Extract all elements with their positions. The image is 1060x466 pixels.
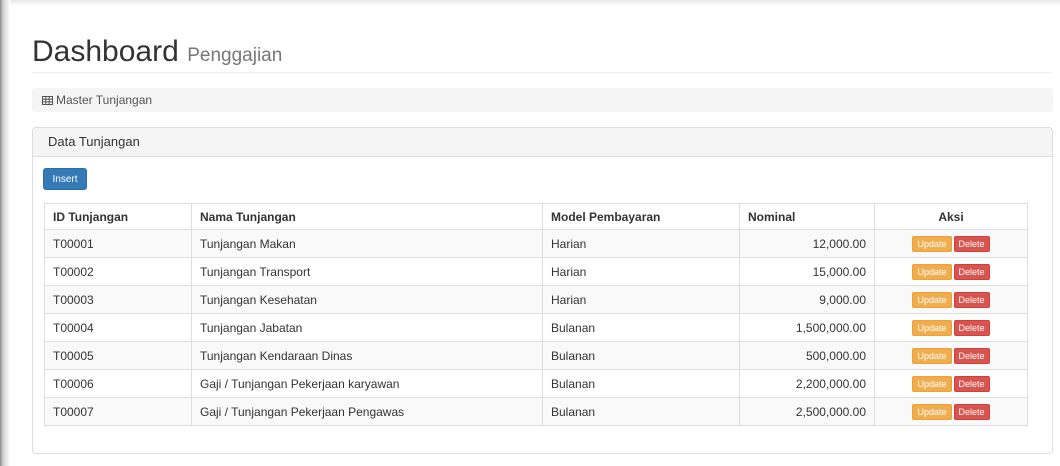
cell-model: Bulanan <box>542 397 740 426</box>
column-header-id: ID Tunjangan <box>44 203 192 230</box>
cell-model: Harian <box>542 257 740 286</box>
panel-heading: Data Tunjangan <box>33 128 1052 157</box>
cell-id: T00006 <box>44 369 192 398</box>
window-left-edge <box>0 0 10 466</box>
update-button[interactable]: Update <box>912 291 952 308</box>
column-header-aksi: Aksi <box>874 203 1028 230</box>
cell-nama: Tunjangan Jabatan <box>191 313 543 342</box>
tunjangan-table: ID Tunjangan Nama Tunjangan Model Pembay… <box>44 203 1028 426</box>
cell-nominal: 1,500,000.00 <box>739 313 875 342</box>
cell-aksi: Update Delete <box>874 369 1028 398</box>
breadcrumb: Master Tunjangan <box>32 88 1053 112</box>
cell-nama: Tunjangan Kesehatan <box>191 285 543 314</box>
delete-button[interactable]: Delete <box>953 375 990 392</box>
cell-id: T00004 <box>44 313 192 342</box>
table-row: T00003 Tunjangan Kesehatan Harian 9,000.… <box>44 285 1028 314</box>
cell-aksi: Update Delete <box>874 397 1028 426</box>
cell-nominal: 2,500,000.00 <box>739 397 875 426</box>
update-button[interactable]: Update <box>912 403 952 420</box>
delete-button[interactable]: Delete <box>953 235 990 252</box>
cell-nama: Tunjangan Transport <box>191 257 543 286</box>
table-row: T00005 Tunjangan Kendaraan Dinas Bulanan… <box>44 341 1028 370</box>
update-button[interactable]: Update <box>912 263 952 280</box>
cell-nominal: 500,000.00 <box>739 341 875 370</box>
cell-id: T00005 <box>44 341 192 370</box>
table-row: T00004 Tunjangan Jabatan Bulanan 1,500,0… <box>44 313 1028 342</box>
page-title: Dashboard <box>32 35 179 68</box>
page-header: Dashboard Penggajian <box>32 34 1052 73</box>
cell-aksi: Update Delete <box>874 285 1028 314</box>
cell-id: T00001 <box>44 229 192 258</box>
delete-button[interactable]: Delete <box>953 347 990 364</box>
table-row: T00007 Gaji / Tunjangan Pekerjaan Pengaw… <box>44 397 1028 426</box>
update-button[interactable]: Update <box>912 375 952 392</box>
table-row: T00002 Tunjangan Transport Harian 15,000… <box>44 257 1028 286</box>
column-header-nominal: Nominal <box>739 203 875 230</box>
cell-nominal: 2,200,000.00 <box>739 369 875 398</box>
cell-aksi: Update Delete <box>874 257 1028 286</box>
page-subtitle: Penggajian <box>187 45 283 66</box>
cell-nominal: 15,000.00 <box>739 257 875 286</box>
cell-nama: Tunjangan Makan <box>191 229 543 258</box>
cell-model: Harian <box>542 285 740 314</box>
cell-nama: Gaji / Tunjangan Pekerjaan Pengawas <box>191 397 543 426</box>
column-header-model: Model Pembayaran <box>542 203 740 230</box>
cell-nama: Tunjangan Kendaraan Dinas <box>191 341 543 370</box>
cell-aksi: Update Delete <box>874 341 1028 370</box>
data-tunjangan-panel: Data Tunjangan Insert ID Tunjangan Nama … <box>32 127 1053 454</box>
delete-button[interactable]: Delete <box>953 403 990 420</box>
update-button[interactable]: Update <box>912 319 952 336</box>
update-button[interactable]: Update <box>912 347 952 364</box>
cell-aksi: Update Delete <box>874 313 1028 342</box>
cell-aksi: Update Delete <box>874 229 1028 258</box>
cell-id: T00003 <box>44 285 192 314</box>
cell-model: Harian <box>542 229 740 258</box>
cell-nominal: 9,000.00 <box>739 285 875 314</box>
cell-nama: Gaji / Tunjangan Pekerjaan karyawan <box>191 369 543 398</box>
table-icon <box>42 89 53 113</box>
cell-model: Bulanan <box>542 369 740 398</box>
insert-button[interactable]: Insert <box>43 168 87 190</box>
delete-button[interactable]: Delete <box>953 291 990 308</box>
table-row: T00001 Tunjangan Makan Harian 12,000.00 … <box>44 229 1028 258</box>
cell-id: T00007 <box>44 397 192 426</box>
table-header-row: ID Tunjangan Nama Tunjangan Model Pembay… <box>44 203 1028 230</box>
delete-button[interactable]: Delete <box>953 263 990 280</box>
window-top-shadow <box>0 0 1060 6</box>
column-header-nama: Nama Tunjangan <box>191 203 543 230</box>
table-row: T00006 Gaji / Tunjangan Pekerjaan karyaw… <box>44 369 1028 398</box>
cell-model: Bulanan <box>542 341 740 370</box>
delete-button[interactable]: Delete <box>953 319 990 336</box>
cell-id: T00002 <box>44 257 192 286</box>
breadcrumb-label[interactable]: Master Tunjangan <box>56 93 152 107</box>
update-button[interactable]: Update <box>912 235 952 252</box>
cell-nominal: 12,000.00 <box>739 229 875 258</box>
cell-model: Bulanan <box>542 313 740 342</box>
